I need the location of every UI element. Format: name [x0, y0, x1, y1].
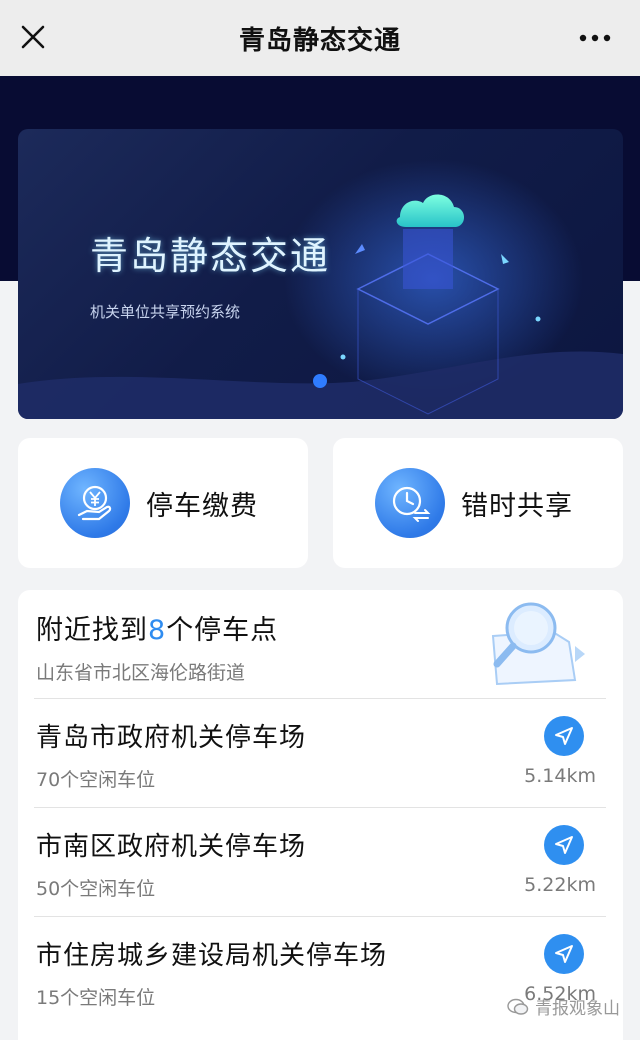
- nearby-count-heading: 附近找到8个停车点: [36, 608, 278, 647]
- free-spaces: 50个空闲车位: [36, 878, 156, 900]
- parking-payment-button[interactable]: 停车缴费: [18, 438, 308, 568]
- parking-lot-name: 青岛市政府机关停车场: [36, 723, 307, 753]
- navigate-icon[interactable]: [544, 934, 584, 974]
- watermark-text: 青报观象山: [535, 999, 620, 1019]
- watermark: 青报观象山: [507, 994, 620, 1019]
- page-title: 青岛静态交通: [238, 25, 401, 56]
- free-spaces: 15个空闲车位: [36, 987, 156, 1009]
- nearby-count: 8: [148, 615, 167, 646]
- clock-arrows-icon: [375, 468, 445, 538]
- more-icon[interactable]: [578, 24, 612, 52]
- current-address: 山东省市北区海伦路街道: [36, 662, 246, 684]
- parking-lot-name: 市南区政府机关停车场: [36, 832, 307, 862]
- parking-payment-label: 停车缴费: [146, 490, 258, 522]
- navigate-icon[interactable]: [544, 825, 584, 865]
- wechat-icon: [507, 998, 529, 1015]
- nearby-parking-panel: 附近找到8个停车点 山东省市北区海伦路街道 青岛市政府机关停车场 70个空闲车位…: [18, 590, 623, 1040]
- title-bar: 青岛静态交通: [0, 0, 640, 76]
- distance: 5.14km: [524, 765, 596, 787]
- time-sharing-label: 错时共享: [461, 490, 573, 522]
- close-icon[interactable]: [18, 22, 48, 52]
- map-search-icon[interactable]: [483, 598, 601, 690]
- hero-banner[interactable]: 青岛静态交通 机关单位共享预约系统: [18, 129, 623, 419]
- parking-lot-item[interactable]: 市南区政府机关停车场 50个空闲车位 5.22km: [34, 807, 606, 916]
- parking-lot-name: 市住房城乡建设局机关停车场: [36, 941, 388, 971]
- banner-title: 青岛静态交通: [90, 234, 331, 278]
- navigate-icon[interactable]: [544, 716, 584, 756]
- yen-hand-icon: [60, 468, 130, 538]
- banner-subtitle: 机关单位共享预约系统: [90, 303, 241, 321]
- time-sharing-button[interactable]: 错时共享: [333, 438, 623, 568]
- nearby-suffix: 个停车点: [166, 615, 279, 646]
- distance: 5.22km: [524, 874, 596, 896]
- nearby-prefix: 附近找到: [36, 615, 148, 646]
- free-spaces: 70个空闲车位: [36, 769, 156, 791]
- parking-lot-item[interactable]: 青岛市政府机关停车场 70个空闲车位 5.14km: [34, 698, 606, 807]
